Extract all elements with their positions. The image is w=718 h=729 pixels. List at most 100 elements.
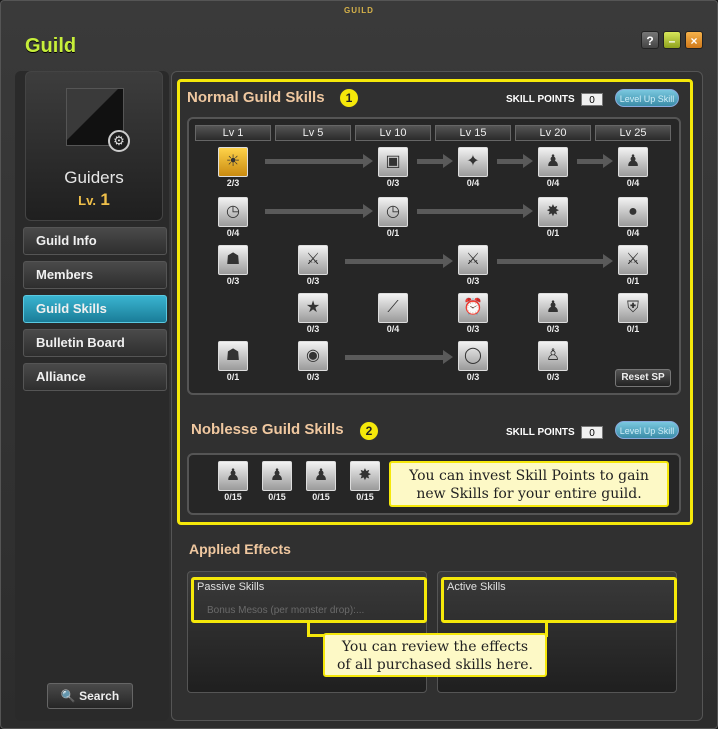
- skill-slot[interactable]: ♟ 0/15: [303, 461, 339, 502]
- skill-slot[interactable]: ◯ 0/3: [455, 341, 491, 382]
- people-icon: ☗: [218, 245, 248, 275]
- skill-slot[interactable]: ⟋ 0/4: [375, 293, 411, 334]
- search-label: Search: [79, 689, 120, 703]
- skill-count: 0/3: [306, 324, 320, 334]
- party-icon: ♟: [538, 147, 568, 177]
- wand-icon: ✦: [458, 147, 488, 177]
- guild-level-value: 1: [100, 190, 110, 209]
- star-icon: ★: [298, 293, 328, 323]
- callout-line: of all purchased skills here.: [336, 657, 534, 673]
- skill-slot[interactable]: ◉ 0/3: [295, 341, 331, 382]
- lv-header: Lv 25: [595, 125, 671, 141]
- skill-slot[interactable]: ☀ 2/3: [215, 147, 251, 188]
- skill-count: 0/3: [306, 276, 320, 286]
- crystal-icon: ◯: [458, 341, 488, 371]
- skill-slot[interactable]: ⏰ 0/3: [455, 293, 491, 334]
- burst-icon: ✸: [538, 197, 568, 227]
- normal-sp-label: SKILL POINTS: [506, 94, 575, 105]
- skill-slot[interactable]: ⚔ 0/1: [615, 245, 651, 286]
- skill-slot[interactable]: ✸ 0/1: [535, 197, 571, 238]
- guild-window: GUILD Guild ? – × ⚙ Guiders Lv. 1 Guild …: [0, 0, 718, 729]
- skill-slot[interactable]: ♟ 0/4: [535, 147, 571, 188]
- normal-skills-title: Normal Guild Skills: [187, 89, 325, 106]
- noblesse-level-up-button[interactable]: Level Up Skill: [615, 421, 679, 439]
- normal-sp-value: 0: [581, 93, 603, 106]
- guild-level-tag: Lv.: [78, 193, 96, 208]
- skill-count: 0/4: [546, 178, 560, 188]
- skill-slot[interactable]: ♟ 0/4: [615, 147, 651, 188]
- team-icon: ♟: [306, 461, 336, 491]
- orb-icon: ◉: [298, 341, 328, 371]
- close-button[interactable]: ×: [685, 31, 703, 49]
- sword-icon: ⚔: [618, 245, 648, 275]
- skill-count: 0/15: [268, 492, 286, 502]
- skill-slot[interactable]: ● 0/4: [615, 197, 651, 238]
- badge-2: 2: [359, 421, 379, 441]
- skill-count: 0/3: [466, 276, 480, 286]
- skill-slot[interactable]: ☗ 0/3: [215, 245, 251, 286]
- help-button[interactable]: ?: [641, 31, 659, 49]
- reset-sp-button[interactable]: Reset SP: [615, 369, 671, 387]
- skill-count: 0/1: [546, 228, 560, 238]
- skill-count: 0/3: [226, 276, 240, 286]
- skill-count: 0/3: [306, 372, 320, 382]
- team-icon: ♟: [262, 461, 292, 491]
- skill-slot[interactable]: ◷ 0/4: [215, 197, 251, 238]
- book-icon: ▣: [378, 147, 408, 177]
- lv-header: Lv 20: [515, 125, 591, 141]
- badge-1: 1: [339, 88, 359, 108]
- skill-slot[interactable]: ★ 0/3: [295, 293, 331, 334]
- applied-effects-title: Applied Effects: [189, 541, 291, 557]
- slash-icon: ⟋: [378, 293, 408, 323]
- sidebar-item-bulletin-board[interactable]: Bulletin Board: [23, 329, 167, 357]
- skill-count: 0/4: [626, 178, 640, 188]
- person-icon: ♙: [538, 341, 568, 371]
- callout-line: new Skills for your entire guild.: [416, 486, 642, 502]
- sidebar-item-members[interactable]: Members: [23, 261, 167, 289]
- sidebar-item-guild-skills[interactable]: Guild Skills: [23, 295, 167, 323]
- skill-slot[interactable]: ▣ 0/3: [375, 147, 411, 188]
- skill-slot[interactable]: ◷ 0/1: [375, 197, 411, 238]
- lv-header: Lv 10: [355, 125, 431, 141]
- alarm-icon: ⏰: [458, 293, 488, 323]
- progression-arrow: [497, 154, 533, 168]
- skill-slot[interactable]: ♟ 0/15: [259, 461, 295, 502]
- lv-header: Lv 15: [435, 125, 511, 141]
- skill-slot[interactable]: ⛨ 0/1: [615, 293, 651, 334]
- bomb-icon: ●: [618, 197, 648, 227]
- skill-count: 0/3: [466, 372, 480, 382]
- sidebar-item-guild-info[interactable]: Guild Info: [23, 227, 167, 255]
- gear-icon[interactable]: ⚙: [108, 130, 130, 152]
- sun-icon: ☀: [218, 147, 248, 177]
- skill-slot[interactable]: ⚔ 0/3: [295, 245, 331, 286]
- skill-slot[interactable]: ✸ 0/15: [347, 461, 383, 502]
- skill-slot[interactable]: ♟ 0/15: [215, 461, 251, 502]
- titlebar-label: GUILD: [344, 6, 374, 15]
- skill-slot[interactable]: ☗ 0/1: [215, 341, 251, 382]
- skill-slot[interactable]: ✦ 0/4: [455, 147, 491, 188]
- sword-icon: ⚔: [298, 245, 328, 275]
- normal-level-up-button[interactable]: Level Up Skill: [615, 89, 679, 107]
- skill-count: 0/4: [386, 324, 400, 334]
- sidebar: ⚙ Guiders Lv. 1: [15, 71, 169, 721]
- passive-effect-item[interactable]: Bonus Mesos (per monster drop):...: [207, 605, 364, 616]
- search-button[interactable]: 🔍 Search: [47, 683, 133, 709]
- guild-name: Guiders: [64, 168, 124, 187]
- skill-count: 0/4: [226, 228, 240, 238]
- skill-slot[interactable]: ♙ 0/3: [535, 341, 571, 382]
- noblesse-sp-value: 0: [581, 426, 603, 439]
- skill-slot[interactable]: ♟ 0/3: [535, 293, 571, 334]
- progression-arrow: [265, 154, 373, 168]
- sidebar-item-alliance[interactable]: Alliance: [23, 363, 167, 391]
- skill-slot[interactable]: ⚔ 0/3: [455, 245, 491, 286]
- lv-header: Lv 1: [195, 125, 271, 141]
- lv-header: Lv 5: [275, 125, 351, 141]
- shield-icon: ⛨: [618, 293, 648, 323]
- callout-line: You can invest Skill Points to gain: [409, 468, 649, 484]
- callout-line: You can review the effects: [341, 639, 529, 655]
- skill-count: 0/1: [226, 372, 240, 382]
- skill-count: 0/15: [224, 492, 242, 502]
- minimize-button[interactable]: –: [663, 31, 681, 49]
- progression-arrow: [417, 154, 453, 168]
- skill-count: 0/4: [466, 178, 480, 188]
